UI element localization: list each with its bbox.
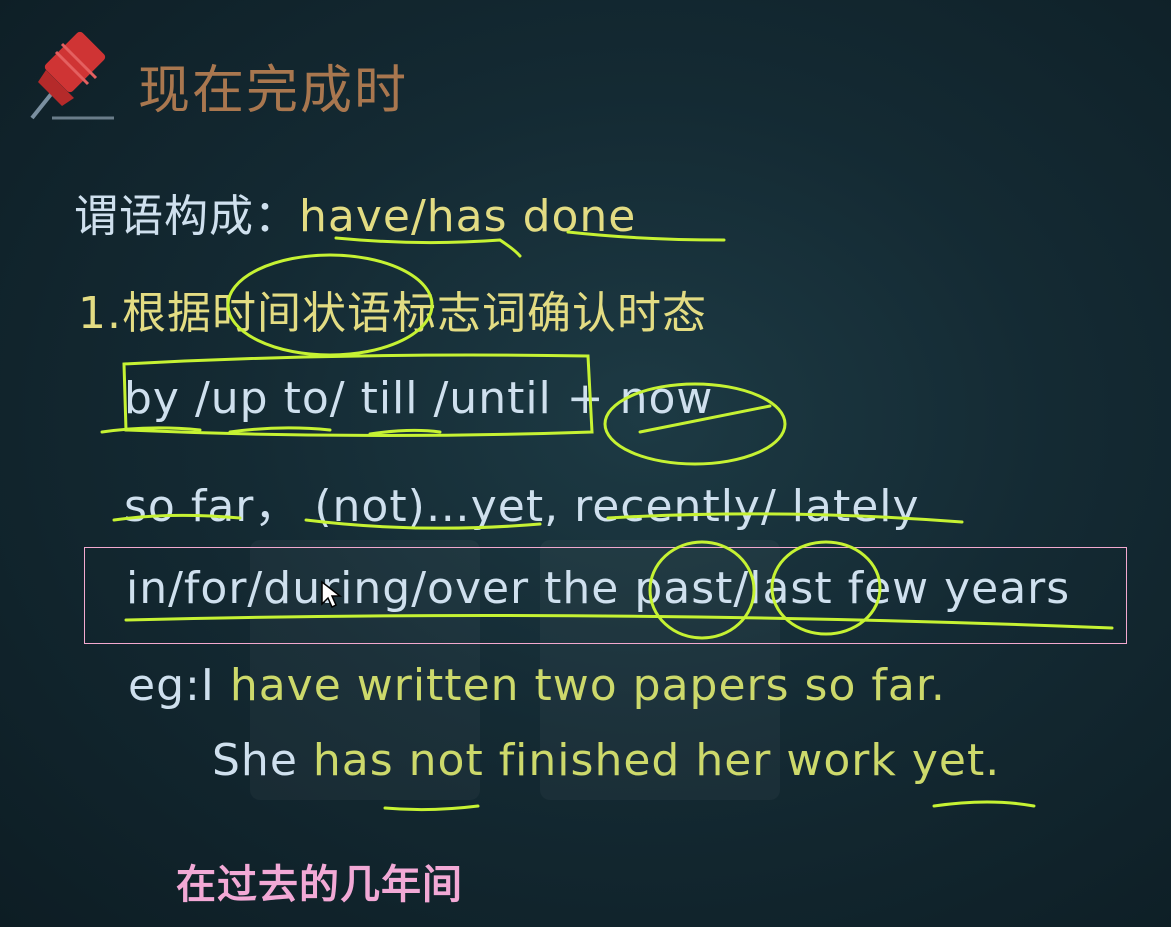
underline-so-far bbox=[112, 513, 242, 522]
underline-has bbox=[383, 804, 480, 812]
mouse-cursor-icon bbox=[320, 580, 343, 614]
pen-annotations bbox=[100, 230, 1114, 812]
underline-not-yet bbox=[304, 518, 542, 530]
underline-recently bbox=[606, 512, 964, 524]
underline-have-has bbox=[334, 236, 522, 258]
underline-past-few-years bbox=[124, 614, 1114, 630]
underline-done bbox=[566, 230, 726, 242]
caption-subtitle: 在过去的几年间 bbox=[176, 862, 463, 908]
circle-adverbial bbox=[226, 253, 434, 357]
circle-past bbox=[648, 540, 756, 640]
circle-now bbox=[603, 382, 787, 466]
box-by-until bbox=[122, 353, 594, 438]
underline-yet bbox=[932, 800, 1036, 808]
